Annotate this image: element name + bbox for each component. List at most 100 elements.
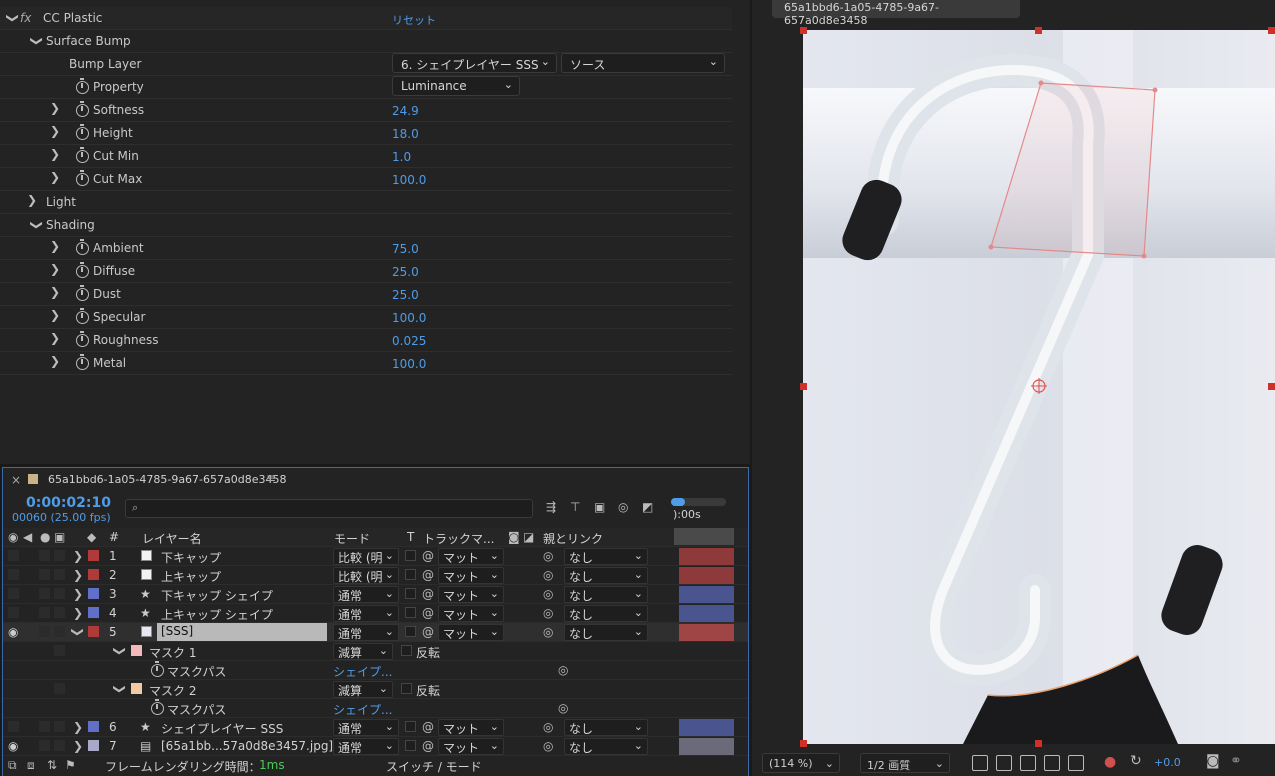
track-matte-dropdown[interactable]: マット ⌄ — [438, 548, 504, 565]
lock-toggle[interactable] — [54, 550, 65, 561]
effect-header[interactable]: ❯ fx CC Plastic リセット — [0, 7, 732, 30]
lock-icon[interactable]: ▣ — [54, 530, 65, 544]
transform-handle[interactable] — [1035, 740, 1042, 747]
transform-handle[interactable] — [800, 740, 807, 747]
mask-name[interactable]: マスク 1 — [149, 644, 196, 661]
mask-path-row[interactable]: マスクパス シェイプ... ◎ — [3, 661, 748, 680]
chevron-icon[interactable]: ❯ — [113, 646, 127, 656]
mask-shape-link[interactable]: シェイプ... — [333, 663, 392, 680]
transform-handle[interactable] — [1268, 27, 1275, 34]
stopwatch-icon[interactable] — [76, 308, 89, 324]
solo-toggle[interactable] — [39, 550, 50, 561]
chevron-icon[interactable]: ❯ — [48, 354, 62, 372]
visibility-toggle[interactable] — [8, 588, 19, 599]
label-color[interactable] — [88, 569, 99, 580]
mask-name[interactable]: マスク 2 — [149, 682, 196, 699]
search-input[interactable]: ⌕ — [125, 499, 533, 518]
mask-visibility-icon[interactable] — [1020, 755, 1036, 771]
param-ambient[interactable]: ❯ Ambient 75.0 — [0, 237, 732, 260]
param-metal[interactable]: ❯ Metal 100.0 — [0, 352, 732, 375]
stopwatch-icon[interactable] — [76, 124, 89, 140]
current-time[interactable]: 0:00:02:10 — [26, 495, 111, 511]
composition-canvas[interactable] — [803, 30, 1275, 744]
param-dust[interactable]: ❯ Dust 25.0 — [0, 283, 732, 306]
eye-icon[interactable]: ◉ — [8, 739, 18, 753]
solo-toggle[interactable] — [39, 721, 50, 732]
param-cut-max[interactable]: ❯ Cut Max 100.0 — [0, 168, 732, 191]
layer-duration-bar[interactable] — [679, 586, 734, 603]
lock-toggle[interactable] — [54, 645, 65, 656]
stopwatch-icon[interactable] — [151, 661, 164, 677]
chevron-icon[interactable]: ❯ — [26, 34, 44, 48]
chevron-icon[interactable]: ❯ — [2, 11, 20, 25]
layer-name[interactable]: 下キャップ — [161, 549, 221, 566]
pickwhip-icon[interactable]: ◎ — [543, 568, 553, 582]
transform-handle[interactable] — [1035, 27, 1042, 34]
layer-row[interactable]: ❯ 1 下キャップ 比較 (明 ⌄ @ マット ⌄ ◎ なし ⌄ — [3, 547, 748, 566]
mode-dropdown[interactable]: 通常 ⌄ — [333, 738, 399, 755]
chevron-icon[interactable]: ❯ — [48, 147, 62, 165]
layer-name[interactable]: [65a1bb...57a0d8e3457.jpg] — [161, 739, 333, 753]
solo-icon[interactable]: ● — [40, 530, 50, 544]
preserve-transparency-checkbox[interactable] — [405, 588, 416, 599]
lock-toggle[interactable] — [54, 569, 65, 580]
chevron-icon[interactable]: ❯ — [73, 739, 83, 753]
param-value[interactable]: 24.9 — [392, 104, 419, 118]
bump-source-dropdown[interactable]: ソース ⌄ — [561, 53, 725, 73]
stopwatch-icon[interactable] — [76, 147, 89, 163]
chevron-icon[interactable]: ❯ — [73, 587, 83, 601]
mode-dropdown[interactable]: 通常 ⌄ — [333, 719, 399, 736]
mode-dropdown[interactable]: 比較 (明 ⌄ — [333, 548, 399, 565]
param-roughness[interactable]: ❯ Roughness 0.025 — [0, 329, 732, 352]
layer-row[interactable]: ❯ 4 ★ 上キャップ シェイプ 通常 ⌄ @ マット ⌄ ◎ なし ⌄ — [3, 604, 748, 623]
layer-duration-bar[interactable] — [679, 605, 734, 622]
work-area-bar[interactable] — [674, 528, 734, 545]
comp-tab[interactable]: 65a1bbd6-1a05-4785-9a67-657a0d8e3458 — [772, 0, 1020, 27]
mode-dropdown[interactable]: 通常 ⌄ — [333, 624, 399, 641]
layer-row[interactable]: ❯ 3 ★ 下キャップ シェイプ 通常 ⌄ @ マット ⌄ ◎ なし ⌄ — [3, 585, 748, 604]
matte-source-icon[interactable]: @ — [422, 606, 434, 620]
mask-row[interactable]: ❯ マスク 1 減算 ⌄ 反転 — [3, 642, 748, 661]
param-cut-min[interactable]: ❯ Cut Min 1.0 — [0, 145, 732, 168]
param-value[interactable]: 100.0 — [392, 173, 426, 187]
preserve-transparency-checkbox[interactable] — [405, 721, 416, 732]
param-value[interactable]: 75.0 — [392, 242, 419, 256]
lock-toggle[interactable] — [54, 607, 65, 618]
param-value[interactable]: 1.0 — [392, 150, 411, 164]
lock-toggle[interactable] — [54, 721, 65, 732]
stopwatch-icon[interactable] — [76, 354, 89, 370]
pickwhip-icon[interactable]: ◎ — [543, 587, 553, 601]
solo-toggle[interactable] — [39, 626, 50, 637]
chevron-icon[interactable]: ❯ — [48, 101, 62, 119]
frame-blend-icon[interactable]: ▣ — [594, 500, 605, 514]
guides-icon[interactable] — [1068, 755, 1084, 771]
chevron-icon[interactable]: ❯ — [25, 193, 39, 211]
solo-toggle[interactable] — [39, 607, 50, 618]
matte-source-icon[interactable]: @ — [422, 568, 434, 582]
transparency-grid-icon[interactable] — [996, 755, 1012, 771]
parent-dropdown[interactable]: なし ⌄ — [564, 548, 648, 565]
layer-duration-bar[interactable] — [679, 567, 734, 584]
layer-duration-bar[interactable] — [679, 738, 734, 755]
pickwhip-icon[interactable]: ◎ — [558, 663, 568, 677]
solo-toggle[interactable] — [39, 569, 50, 580]
motion-icon[interactable]: ⚑ — [65, 758, 76, 772]
stopwatch-icon[interactable] — [76, 262, 89, 278]
layer-name[interactable]: 上キャップ シェイプ — [161, 606, 273, 623]
chevron-icon[interactable]: ❯ — [48, 262, 62, 280]
stopwatch-icon[interactable] — [76, 101, 89, 117]
show-snapshot-icon[interactable]: ⚭ — [1230, 753, 1242, 769]
layer-duration-bar[interactable] — [679, 719, 734, 736]
fast-preview-icon[interactable] — [1044, 755, 1060, 771]
transform-handle[interactable] — [800, 383, 807, 390]
pickwhip-icon[interactable]: ◎ — [543, 549, 553, 563]
layer-row[interactable]: ◉ ❯ 5 [SSS] 通常 ⌄ @ マット ⌄ ◎ なし ⌄ — [3, 623, 748, 642]
chevron-icon[interactable]: ❯ — [73, 720, 83, 734]
expand-icon[interactable]: ⧈ — [27, 758, 35, 773]
chevron-icon[interactable]: ❯ — [113, 684, 127, 694]
param-value[interactable]: 18.0 — [392, 127, 419, 141]
transfer-icon[interactable]: ⇅ — [47, 758, 57, 772]
param-diffuse[interactable]: ❯ Diffuse 25.0 — [0, 260, 732, 283]
visibility-toggle[interactable] — [8, 550, 19, 561]
mask-mode-dropdown[interactable]: 減算 ⌄ — [333, 681, 393, 698]
